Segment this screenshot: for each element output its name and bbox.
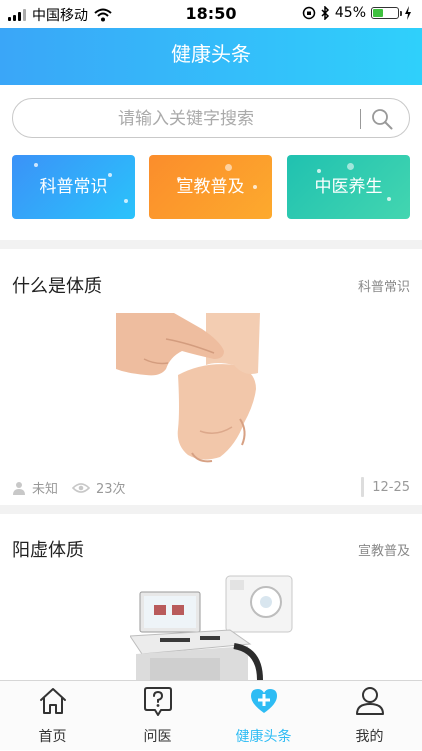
search-input[interactable]: 请输入关键字搜索 [13, 99, 359, 139]
category-label: 中医养生 [314, 177, 383, 197]
search-icon[interactable] [371, 108, 393, 130]
article-image-device [130, 575, 293, 680]
tab-label: 健康头条 [235, 729, 292, 745]
status-right: 45% [302, 5, 412, 21]
search-divider [360, 109, 361, 129]
category-button-science[interactable]: 科普常识 [12, 155, 135, 219]
tab-ask-doctor[interactable]: 问医 [105, 681, 210, 751]
battery-icon [371, 7, 402, 19]
meta-divider [361, 477, 364, 497]
tab-profile[interactable]: 我的 [317, 681, 422, 751]
battery-percent: 45% [334, 5, 366, 21]
page-header: 健康头条 [0, 28, 422, 85]
charging-icon [405, 6, 411, 20]
page-title: 健康头条 [171, 42, 251, 66]
article-image-wrist [116, 313, 260, 463]
user-icon [13, 481, 25, 495]
category-label: 宣教普及 [176, 177, 245, 197]
home-icon [40, 688, 66, 714]
bluetooth-icon [321, 6, 329, 20]
status-bar: 中国移动 18:50 45% [0, 0, 422, 28]
tab-bar: 首页 问医 健康头条 我的 [0, 680, 422, 750]
article-author: 未知 [32, 482, 59, 497]
eye-icon [72, 482, 91, 493]
article-views: 23次 [96, 482, 126, 497]
article-title[interactable]: 阳虚体质 [12, 536, 84, 562]
category-button-education[interactable]: 宣教普及 [149, 155, 272, 219]
tab-home[interactable]: 首页 [0, 681, 105, 751]
category-button-tcm[interactable]: 中医养生 [287, 155, 410, 219]
article-tag: 科普常识 [357, 280, 410, 295]
heart-plus-icon [251, 689, 277, 713]
orientation-lock-icon [302, 6, 316, 20]
category-label: 科普常识 [39, 177, 108, 197]
tab-health-news[interactable]: 健康头条 [211, 681, 316, 751]
search-bar[interactable]: 请输入关键字搜索 [12, 98, 410, 138]
article-title[interactable]: 什么是体质 [12, 272, 102, 298]
article-date: 12-25 [372, 480, 410, 495]
user-icon [356, 687, 384, 715]
section-divider [0, 240, 422, 249]
section-divider [0, 505, 422, 514]
article-meta: 未知 23次 [12, 478, 126, 497]
question-icon [144, 687, 172, 716]
tab-label: 我的 [355, 729, 384, 745]
article-tag: 宣教普及 [357, 544, 410, 559]
tab-label: 首页 [38, 729, 67, 745]
battery-fill [373, 9, 383, 17]
tab-label: 问医 [143, 729, 172, 745]
